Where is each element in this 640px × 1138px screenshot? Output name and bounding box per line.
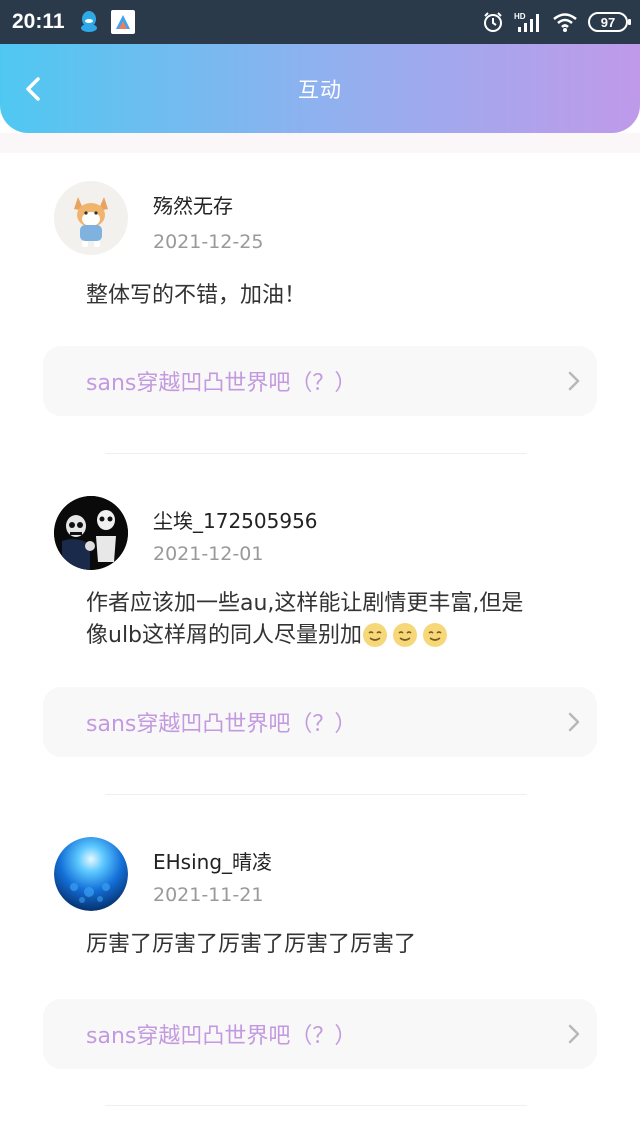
book-link[interactable]: sans穿越凹凸世界吧（？） <box>43 346 597 416</box>
chevron-right-icon <box>568 371 580 391</box>
book-title: sans穿越凹凸世界吧（？） <box>86 371 357 396</box>
status-time: 20:11 <box>12 10 65 33</box>
avatar-blue-glow <box>54 837 128 911</box>
comment-date: 2021-12-01 <box>153 543 264 565</box>
avatar-corgi <box>54 181 128 255</box>
divider <box>105 453 527 454</box>
book-title: sans穿越凹凸世界吧（？） <box>86 712 357 737</box>
smile-emoji-icon <box>423 623 448 647</box>
comment-content-line: 作者应该加一些au,这样能让剧情更丰富,但是 <box>86 591 524 616</box>
signal-icon: HD <box>514 12 539 32</box>
smile-emoji-icon <box>363 623 388 647</box>
wifi-icon <box>553 13 577 32</box>
divider <box>105 1105 527 1106</box>
comment-username[interactable]: 尘埃_172505956 <box>153 505 318 534</box>
comment-content-text: 像ulb这样屑的同人尽量别加 <box>86 623 363 648</box>
app-icon <box>110 10 135 34</box>
comment-item: 尘埃_172505956 2021-12-01 作者应该加一些au,这样能让剧情… <box>0 494 640 835</box>
battery-level: 97 <box>600 14 616 30</box>
chevron-right-icon <box>568 1024 580 1044</box>
book-title: sans穿越凹凸世界吧（？） <box>86 1024 357 1049</box>
page-header: 互动 <box>0 44 640 133</box>
alarm-icon <box>484 12 502 32</box>
comment-feed: 殇然无存 2021-12-25 整体写的不错，加油！ sans穿越凹凸世界吧（？… <box>0 153 640 1138</box>
comment-username[interactable]: 殇然无存 <box>153 190 233 219</box>
smile-emoji-icon <box>393 623 418 647</box>
battery-icon: 97 <box>588 12 631 32</box>
qq-icon <box>80 11 97 32</box>
comment-date: 2021-12-25 <box>153 231 264 253</box>
divider <box>105 794 527 795</box>
page-title: 互动 <box>298 77 342 102</box>
back-button[interactable] <box>18 74 48 104</box>
comment-item: EHsing_晴凌 2021-11-21 厉害了厉害了厉害了厉害了厉害了 san… <box>0 835 640 1138</box>
comment-content: 整体写的不错，加油！ <box>86 283 307 308</box>
chevron-left-icon <box>26 77 40 101</box>
comment-date: 2021-11-21 <box>153 884 264 906</box>
comment-content: 厉害了厉害了厉害了厉害了厉害了 <box>86 932 417 957</box>
comment-item: 殇然无存 2021-12-25 整体写的不错，加油！ sans穿越凹凸世界吧（？… <box>0 153 640 494</box>
status-bar: 20:11 HD 97 <box>0 0 640 44</box>
avatar[interactable] <box>54 837 128 911</box>
book-link[interactable]: sans穿越凹凸世界吧（？） <box>43 687 597 757</box>
svg-text:HD: HD <box>514 12 526 21</box>
comment-content-line-2: 像ulb这样屑的同人尽量别加 <box>86 620 596 652</box>
book-link[interactable]: sans穿越凹凸世界吧（？） <box>43 999 597 1069</box>
comment-content: 作者应该加一些au,这样能让剧情更丰富,但是 像ulb这样屑的同人尽量别加 <box>86 588 596 652</box>
header-shadow-band <box>0 133 640 153</box>
avatar-skeleton <box>54 496 128 570</box>
notification-icons <box>79 10 135 34</box>
avatar[interactable] <box>54 181 128 255</box>
avatar[interactable] <box>54 496 128 570</box>
comment-username[interactable]: EHsing_晴凌 <box>153 846 272 875</box>
status-right-icons: HD 97 <box>482 11 631 33</box>
chevron-right-icon <box>568 712 580 732</box>
